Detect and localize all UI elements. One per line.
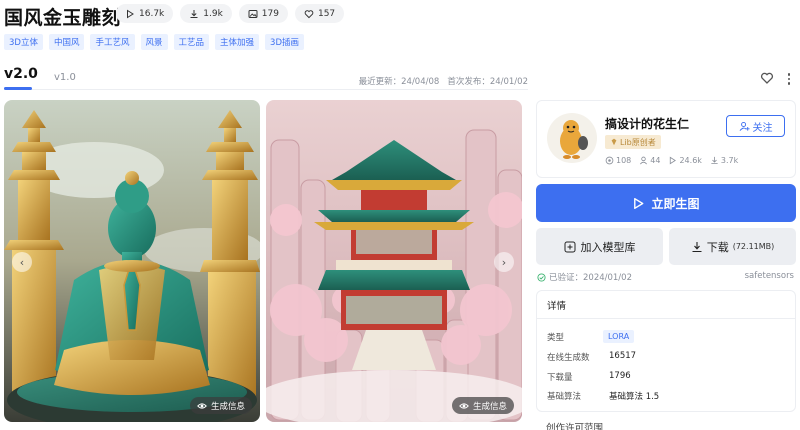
model-stats: 16.7k 1.9k 179 157 (116, 4, 345, 23)
peanut-mascot-icon (560, 120, 588, 159)
play-icon (634, 197, 644, 209)
generation-info-button[interactable]: 生成信息 (189, 397, 252, 414)
verified-status: 已验证：2024/01/02 (537, 271, 632, 283)
avatar[interactable] (547, 113, 597, 163)
download-icon (711, 156, 718, 165)
detail-downloads-value: 1796 (609, 371, 631, 381)
follow-button[interactable]: 关注 (726, 115, 785, 137)
pavilion-artwork (266, 100, 522, 422)
tag-list: 3D立体 中国风 手工艺风 风景 工艺品 主体加强 3D插画 (4, 34, 305, 50)
author-stat-downloads: 3.7k (710, 156, 738, 165)
download-button[interactable]: 下载 (72.11MB) (669, 228, 796, 265)
download-size: (72.11MB) (732, 242, 775, 251)
gallery-image-buddha[interactable]: ‹ 生成信息 (4, 100, 260, 422)
tag[interactable]: 手工艺风 (90, 34, 135, 50)
published-date: 首次发布：24/01/02 (447, 77, 528, 87)
plus-square-icon (564, 241, 575, 252)
detail-online-label: 在线生成数 (547, 353, 590, 363)
tag[interactable]: 工艺品 (173, 34, 210, 50)
more-options-button[interactable] (782, 70, 796, 88)
add-user-icon (739, 121, 750, 131)
heart-icon (304, 9, 314, 18)
stat-downloads: 1.9k (180, 4, 232, 23)
play-icon (127, 9, 134, 18)
details-panel: 详情 类型 LORA 在线生成数 16517 下载量 1796 基础算法 基础算… (536, 290, 796, 412)
creator-badge: Lib原创者 (605, 135, 661, 149)
author-stat-models: 108 (605, 156, 631, 165)
author-stat-followers: 44 (639, 156, 660, 165)
tag[interactable]: 3D插画 (265, 34, 305, 50)
stat-likes: 157 (294, 4, 345, 23)
file-format: safetensors (744, 271, 794, 281)
version-tabs: v2.0 v1.0 最近更新：24/04/08 首次发布：24/01/02 (4, 66, 528, 90)
user-icon (640, 156, 648, 165)
download-icon (692, 241, 702, 252)
stat-runs: 16.7k (116, 4, 174, 23)
gallery-image-pavilion[interactable]: › 生成信息 (266, 100, 522, 422)
check-circle-icon (537, 272, 546, 282)
prev-image-button[interactable]: ‹ (12, 252, 32, 272)
tag[interactable]: 3D立体 (4, 34, 43, 50)
tab-version-active[interactable]: v2.0 (4, 66, 38, 82)
tag[interactable]: 主体加强 (215, 34, 260, 50)
stat-images: 179 (238, 4, 288, 23)
eye-icon (459, 402, 469, 409)
author-name[interactable]: 搞设计的花生仁 (605, 115, 689, 132)
tag[interactable]: 中国风 (48, 34, 85, 50)
dot-icon (787, 77, 791, 81)
buddha-artwork (4, 100, 260, 422)
dot-icon (787, 73, 791, 76)
favorite-button[interactable] (760, 70, 778, 88)
add-to-library-button[interactable]: 加入模型库 (536, 228, 663, 265)
play-icon (670, 156, 677, 165)
tab-active-indicator (4, 87, 32, 90)
run-generate-button[interactable]: 立即生图 (536, 184, 796, 222)
details-heading: 详情 (537, 291, 795, 319)
image-icon (248, 9, 258, 18)
next-image-button[interactable]: › (494, 252, 514, 272)
download-icon (190, 9, 198, 18)
detail-algo-value: 基础算法 1.5 (609, 392, 660, 402)
license-heading: 创作许可范围 (546, 423, 604, 430)
author-stats: 108 44 24.6k 3.7k (605, 156, 738, 165)
tag[interactable]: 风景 (140, 34, 168, 50)
tab-version-other[interactable]: v1.0 (54, 72, 76, 83)
detail-online-value: 16517 (609, 351, 637, 361)
version-dates: 最近更新：24/04/08 首次发布：24/01/02 (359, 75, 528, 87)
diamond-icon (611, 138, 617, 146)
page-title: 国风金玉雕刻 (4, 7, 122, 29)
generation-info-button[interactable]: 生成信息 (451, 397, 514, 414)
detail-type-label: 类型 (547, 333, 565, 343)
eye-icon (197, 402, 207, 409)
detail-downloads-label: 下载量 (547, 373, 573, 383)
type-badge: LORA (603, 330, 635, 343)
heart-icon (761, 72, 773, 84)
updated-date: 最近更新：24/04/08 (358, 77, 440, 87)
author-card: 搞设计的花生仁 Lib原创者 108 44 24.6k 3.7k (536, 100, 796, 178)
detail-algo-label: 基础算法 (547, 392, 582, 402)
author-stat-runs: 24.6k (668, 156, 702, 165)
models-icon (605, 156, 614, 165)
dot-icon (787, 82, 791, 85)
